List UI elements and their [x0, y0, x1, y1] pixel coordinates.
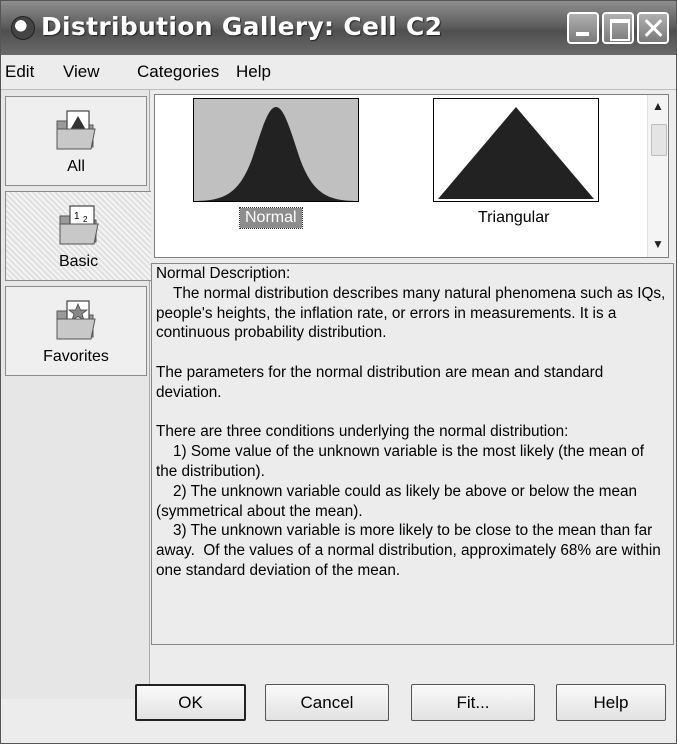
maximize-button[interactable]: [602, 12, 634, 44]
window-title: Distribution Gallery: Cell C2: [41, 12, 443, 41]
app-icon: [11, 16, 35, 40]
folder-favorites-icon: [56, 300, 96, 340]
category-basic-label: Basic: [58, 253, 99, 270]
scroll-up-icon[interactable]: ▲: [650, 97, 666, 115]
folder-basic-icon: 1 2: [59, 205, 99, 245]
menu-view[interactable]: View: [63, 62, 100, 82]
normal-label[interactable]: Normal: [239, 207, 303, 229]
svg-text:1: 1: [74, 211, 80, 222]
svg-text:2: 2: [83, 215, 88, 224]
help-button[interactable]: Help: [556, 684, 666, 721]
menu-bar: Edit View Categories Help: [1, 55, 676, 90]
triangular-distribution-thumbnail[interactable]: [433, 98, 599, 202]
minimize-button[interactable]: [567, 12, 599, 44]
category-all[interactable]: All: [5, 96, 147, 186]
normal-distribution-thumbnail[interactable]: [193, 98, 359, 202]
title-bar[interactable]: Distribution Gallery: Cell C2: [1, 1, 676, 55]
category-favorites[interactable]: Favorites: [5, 286, 147, 376]
close-button[interactable]: [637, 12, 669, 44]
category-basic[interactable]: 1 2 Basic: [5, 191, 151, 281]
ok-button[interactable]: OK: [135, 684, 246, 721]
distribution-description: Normal Description: The normal distribut…: [151, 263, 674, 645]
cancel-button[interactable]: Cancel: [265, 684, 389, 721]
menu-edit[interactable]: Edit: [5, 62, 34, 82]
triangle-distribution-icon: [438, 107, 594, 199]
category-favorites-label: Favorites: [43, 348, 109, 365]
distribution-gallery: Normal Triangular ▲ ▼: [154, 94, 669, 258]
folder-all-icon: [56, 110, 96, 150]
scroll-down-icon[interactable]: ▼: [650, 235, 666, 253]
category-all-label: All: [67, 158, 85, 175]
normal-curve-icon: [194, 107, 358, 201]
category-sidebar: All 1 2 Basic Favorites: [1, 90, 151, 699]
menu-help[interactable]: Help: [236, 62, 271, 82]
triangular-label[interactable]: Triangular: [473, 208, 554, 228]
menu-categories[interactable]: Categories: [137, 62, 219, 82]
fit-button[interactable]: Fit...: [411, 684, 535, 721]
distribution-gallery-window: Distribution Gallery: Cell C2 Edit View …: [0, 0, 677, 744]
gallery-scrollbar[interactable]: ▲ ▼: [647, 95, 668, 257]
scroll-thumb[interactable]: [651, 124, 667, 156]
